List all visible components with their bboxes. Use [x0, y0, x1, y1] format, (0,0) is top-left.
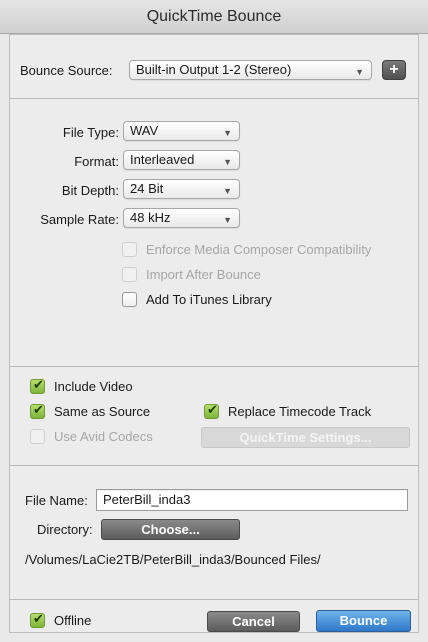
checkbox-box	[204, 403, 219, 419]
sample-rate-label: Sample Rate:	[40, 212, 119, 227]
import-after-checkbox[interactable]: Import After Bounce	[122, 267, 322, 285]
checkbox-box	[122, 292, 137, 307]
add-source-button[interactable]: +	[382, 60, 406, 80]
same-as-source-label: Same as Source	[54, 404, 151, 419]
checkbox-box	[30, 378, 45, 394]
offline-label: Offline	[54, 613, 92, 628]
checkbox-box	[30, 429, 45, 444]
bounce-button[interactable]: Bounce	[316, 610, 411, 632]
chevron-down-icon: ▼	[355, 67, 364, 77]
import-after-label: Import After Bounce	[146, 267, 261, 282]
use-avid-codecs-label: Use Avid Codecs	[54, 429, 153, 444]
dialog-body: Bounce Source: Built-in Output 1-2 (Ster…	[9, 34, 419, 633]
same-as-source-checkbox[interactable]: Same as Source	[30, 403, 180, 422]
checkbox-box	[30, 403, 45, 419]
format-label: Format:	[74, 154, 119, 169]
replace-timecode-label: Replace Timecode Track	[228, 404, 372, 419]
checkbox-box	[122, 242, 137, 257]
file-name-label: File Name:	[25, 493, 88, 508]
bounce-source-popup[interactable]: Built-in Output 1-2 (Stereo) ▼	[129, 60, 372, 80]
bit-depth-popup[interactable]: 24 Bit ▼	[123, 179, 240, 199]
divider	[10, 366, 418, 367]
directory-label: Directory:	[37, 522, 93, 537]
include-video-label: Include Video	[54, 379, 133, 394]
add-itunes-checkbox[interactable]: Add To iTunes Library	[122, 292, 322, 310]
offline-checkbox[interactable]: Offline	[30, 612, 130, 631]
sample-rate-value: 48 kHz	[130, 210, 171, 225]
bit-depth-value: 24 Bit	[130, 181, 164, 196]
chevron-down-icon: ▼	[223, 215, 232, 225]
window-title: QuickTime Bounce	[0, 0, 428, 34]
choose-directory-button[interactable]: Choose...	[101, 519, 240, 540]
use-avid-codecs-checkbox[interactable]: Use Avid Codecs	[30, 429, 180, 447]
format-popup[interactable]: Interleaved ▼	[123, 150, 240, 170]
checkbox-box	[30, 612, 45, 628]
file-type-value: WAV	[130, 123, 159, 138]
divider	[10, 98, 418, 99]
chevron-down-icon: ▼	[223, 157, 232, 167]
bounce-source-value: Built-in Output 1-2 (Stereo)	[136, 62, 292, 77]
replace-timecode-checkbox[interactable]: Replace Timecode Track	[204, 403, 404, 422]
format-value: Interleaved	[130, 152, 195, 167]
file-type-popup[interactable]: WAV ▼	[123, 121, 240, 141]
bounce-source-label: Bounce Source:	[20, 63, 113, 78]
directory-path: /Volumes/LaCie2TB/PeterBill_inda3/Bounce…	[25, 552, 321, 567]
chevron-down-icon: ▼	[223, 186, 232, 196]
bit-depth-label: Bit Depth:	[61, 183, 119, 198]
add-itunes-label: Add To iTunes Library	[146, 292, 272, 307]
quicktime-bounce-window: QuickTime Bounce Bounce Source: Built-in…	[0, 0, 428, 642]
cancel-button[interactable]: Cancel	[207, 611, 300, 632]
divider	[10, 599, 418, 600]
include-video-checkbox[interactable]: Include Video	[30, 378, 180, 397]
checkbox-box	[122, 267, 137, 282]
enforce-compat-checkbox[interactable]: Enforce Media Composer Compatibility	[122, 242, 412, 260]
enforce-compat-label: Enforce Media Composer Compatibility	[146, 242, 372, 257]
divider	[10, 465, 418, 466]
chevron-down-icon: ▼	[223, 128, 232, 138]
file-name-input[interactable]: PeterBill_inda3	[96, 489, 408, 511]
quicktime-settings-button[interactable]: QuickTime Settings...	[201, 427, 410, 448]
sample-rate-popup[interactable]: 48 kHz ▼	[123, 208, 240, 228]
file-type-label: File Type:	[62, 125, 119, 140]
